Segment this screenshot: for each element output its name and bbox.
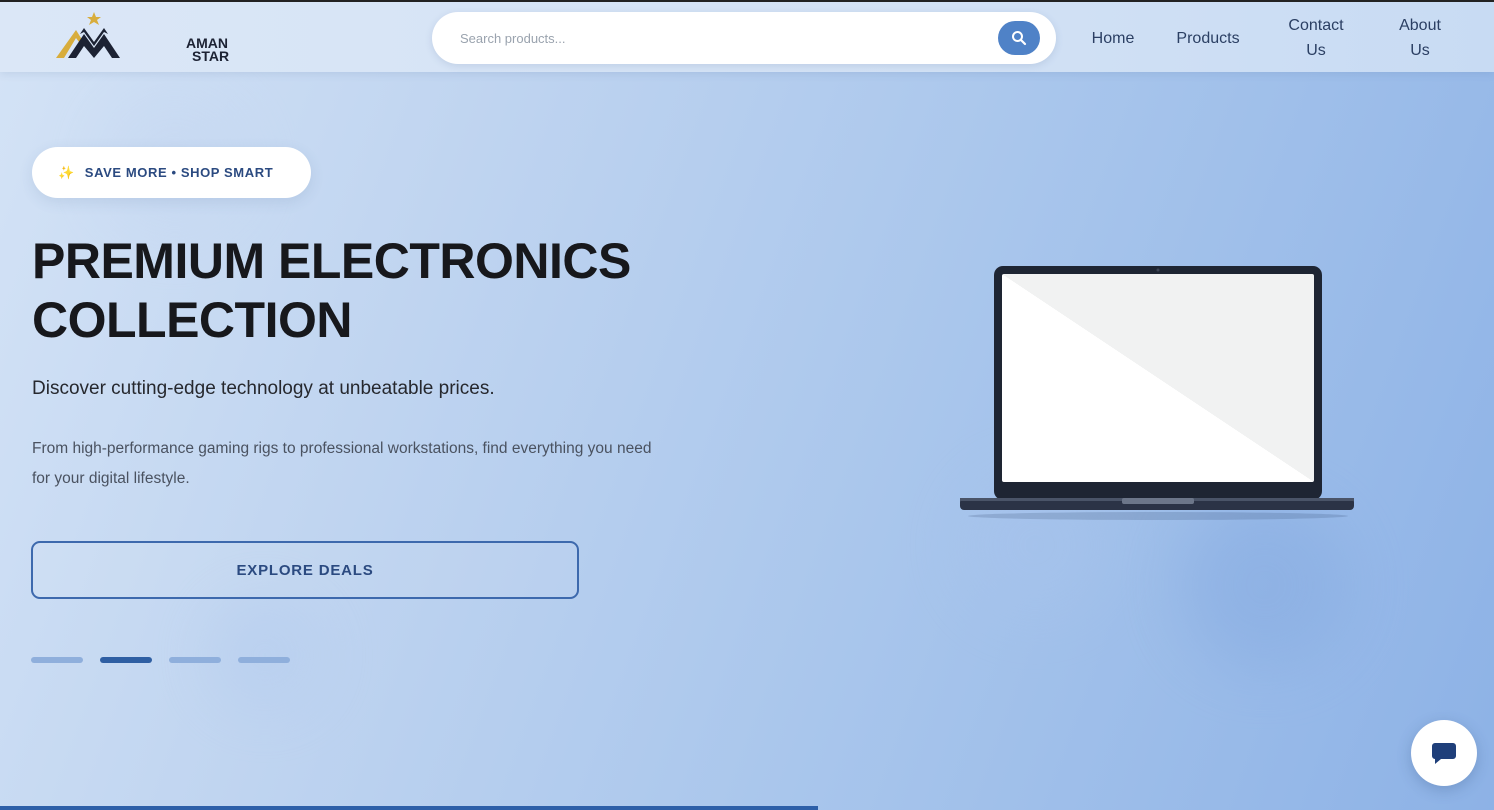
hero-description-line2: for your digital lifestyle. <box>32 470 190 487</box>
carousel-dot-3[interactable] <box>169 657 221 663</box>
brand-logo[interactable]: AMAN STAR <box>54 12 229 63</box>
hero-description: From high-performance gaming rigs to pro… <box>32 434 792 494</box>
hero-title-line2: COLLECTION <box>32 292 352 348</box>
nav-products-label: Products <box>1176 29 1240 47</box>
carousel-dot-2[interactable] <box>100 657 152 663</box>
search-input[interactable] <box>460 27 980 49</box>
background-blob <box>1180 500 1350 670</box>
hero-title: PREMIUM ELECTRONICS COLLECTION <box>32 232 792 350</box>
search-button[interactable] <box>998 21 1040 55</box>
brand-name-line2: STAR <box>192 48 230 64</box>
page-progress-bar <box>0 806 818 810</box>
nav-about-us[interactable]: About Us <box>1390 2 1450 74</box>
nav-home[interactable]: Home <box>1080 2 1146 74</box>
sparkle-icon: ✨ <box>58 164 75 180</box>
hero-subtitle: Discover cutting-edge technology at unbe… <box>32 378 495 399</box>
explore-deals-label: EXPLORE DEALS <box>236 561 374 579</box>
nav-about-label-line1: About <box>1399 17 1441 34</box>
nav-home-label: Home <box>1091 29 1135 47</box>
laptop-illustration <box>960 266 1354 520</box>
nav-contact-label-line2: Us <box>1306 42 1326 59</box>
background-blob <box>210 600 320 710</box>
explore-deals-button[interactable]: EXPLORE DEALS <box>31 541 579 599</box>
promo-badge-text: SAVE MORE • SHOP SMART <box>84 165 274 180</box>
mountain-star-logo-icon <box>56 12 120 58</box>
carousel-indicators <box>31 657 290 663</box>
nav-products[interactable]: Products <box>1166 2 1250 74</box>
search-icon <box>1012 31 1027 46</box>
carousel-dot-1[interactable] <box>31 657 83 663</box>
chat-bubble-icon <box>1432 743 1456 764</box>
chat-button[interactable] <box>1411 720 1477 786</box>
carousel-dot-4[interactable] <box>238 657 290 663</box>
nav-contact-us[interactable]: Contact Us <box>1280 2 1352 74</box>
site-header: AMAN STAR Home Products Contact Us About… <box>0 0 1494 72</box>
brand-name: AMAN STAR <box>186 36 230 64</box>
hero-description-line1: From high-performance gaming rigs to pro… <box>32 440 652 457</box>
nav-contact-label-line1: Contact <box>1288 17 1344 34</box>
search-bar <box>432 12 1056 64</box>
hero-title-line1: PREMIUM ELECTRONICS <box>32 233 631 289</box>
nav-about-label-line2: Us <box>1410 42 1430 59</box>
promo-badge: ✨ SAVE MORE • SHOP SMART <box>32 147 311 198</box>
